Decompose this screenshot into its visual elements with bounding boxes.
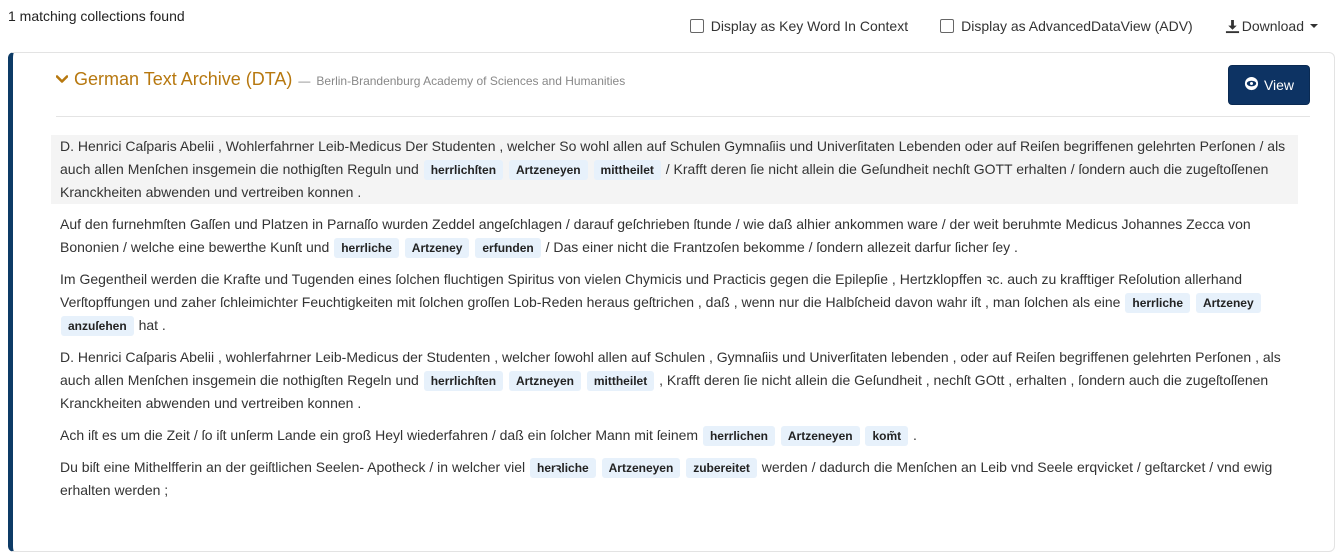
eye-icon bbox=[1244, 76, 1259, 94]
adv-label: Display as AdvancedDataView (ADV) bbox=[961, 18, 1193, 34]
kwic-hit: D. Henrici Caſparis Abelii , wohlerfahrn… bbox=[51, 346, 1298, 415]
context-text: Im Gegentheil werden die Krafte und Tuge… bbox=[60, 271, 1243, 310]
kwic-hit: Im Gegentheil werden die Krafte und Tuge… bbox=[51, 268, 1298, 337]
results-count: 1 matching collections found bbox=[8, 8, 185, 24]
kwic-results: D. Henrici Caſparis Abelii , Wohlerfahrn… bbox=[51, 135, 1298, 511]
keyword-highlight: Artzeney bbox=[1195, 293, 1261, 313]
view-button[interactable]: View bbox=[1228, 65, 1310, 105]
collection-separator: — bbox=[298, 74, 311, 88]
kwic-toggle[interactable]: Display as Key Word In Context bbox=[689, 18, 909, 34]
collection-toggle[interactable]: German Text Archive (DTA) — Berlin-Brand… bbox=[55, 67, 626, 90]
adv-toggle[interactable]: Display as AdvancedDataView (ADV) bbox=[940, 18, 1193, 34]
collection-card: German Text Archive (DTA) — Berlin-Brand… bbox=[8, 52, 1335, 552]
kwic-checkbox[interactable] bbox=[689, 19, 704, 33]
kwic-hit: Auf den furnehmſten Gaſſen und Platzen i… bbox=[51, 213, 1298, 259]
keyword-highlight: kom̃t bbox=[865, 426, 909, 446]
collection-title: German Text Archive (DTA) bbox=[74, 69, 293, 89]
adv-checkbox[interactable] bbox=[940, 19, 955, 33]
kwic-hit: D. Henrici Caſparis Abelii , Wohlerfahrn… bbox=[51, 135, 1298, 204]
context-text: Du biſt eine Mithelfferin an der geiſtli… bbox=[60, 459, 529, 475]
kwic-hit: Du biſt eine Mithelfferin an der geiſtli… bbox=[51, 456, 1298, 502]
keyword-highlight: Artzeneyen bbox=[780, 426, 860, 446]
keyword-highlight: Artzeneyen bbox=[508, 160, 588, 180]
keyword-highlight: herrlichen bbox=[702, 426, 775, 446]
keyword-highlight: Artzeney bbox=[404, 238, 470, 258]
keyword-highlight: herrliche bbox=[334, 238, 399, 258]
keyword-highlight: zubereitet bbox=[686, 458, 757, 478]
download-label: Download bbox=[1241, 18, 1304, 34]
collection-header: German Text Archive (DTA) — Berlin-Brand… bbox=[55, 65, 1310, 117]
kwic-hit: Ach iſt es um die Zeit / ſo iſt unſerm L… bbox=[51, 424, 1298, 447]
keyword-highlight: erfunden bbox=[475, 238, 541, 258]
context-text: Ach iſt es um die Zeit / ſo iſt unſerm L… bbox=[60, 427, 702, 443]
view-label: View bbox=[1263, 77, 1295, 93]
context-text: / Das einer nicht die Frantzoſen bekomme… bbox=[541, 239, 1018, 255]
collection-institution: Berlin-Brandenburg Academy of Sciences a… bbox=[316, 74, 626, 88]
kwic-label: Display as Key Word In Context bbox=[710, 18, 909, 34]
download-dropdown[interactable]: Download bbox=[1225, 18, 1318, 34]
keyword-highlight: anzuſehen bbox=[61, 316, 134, 336]
results-toolbar: Display as Key Word In Context Display a… bbox=[689, 18, 1318, 34]
caret-down-icon bbox=[1310, 24, 1318, 28]
keyword-highlight: herꝛliche bbox=[530, 458, 596, 478]
keyword-highlight: mittheilet bbox=[586, 371, 655, 391]
keyword-highlight: Artzeneyen bbox=[601, 458, 681, 478]
context-text: . bbox=[909, 427, 917, 443]
keyword-highlight: herrliche bbox=[1125, 293, 1191, 313]
context-text: hat . bbox=[134, 317, 166, 333]
chevron-down-icon bbox=[55, 71, 69, 87]
download-icon bbox=[1225, 19, 1240, 34]
keyword-highlight: mittheilet bbox=[593, 160, 661, 180]
keyword-highlight: herrlichſten bbox=[423, 160, 504, 180]
keyword-highlight: Artzneyen bbox=[508, 371, 581, 391]
keyword-highlight: herrlichſten bbox=[423, 371, 504, 391]
